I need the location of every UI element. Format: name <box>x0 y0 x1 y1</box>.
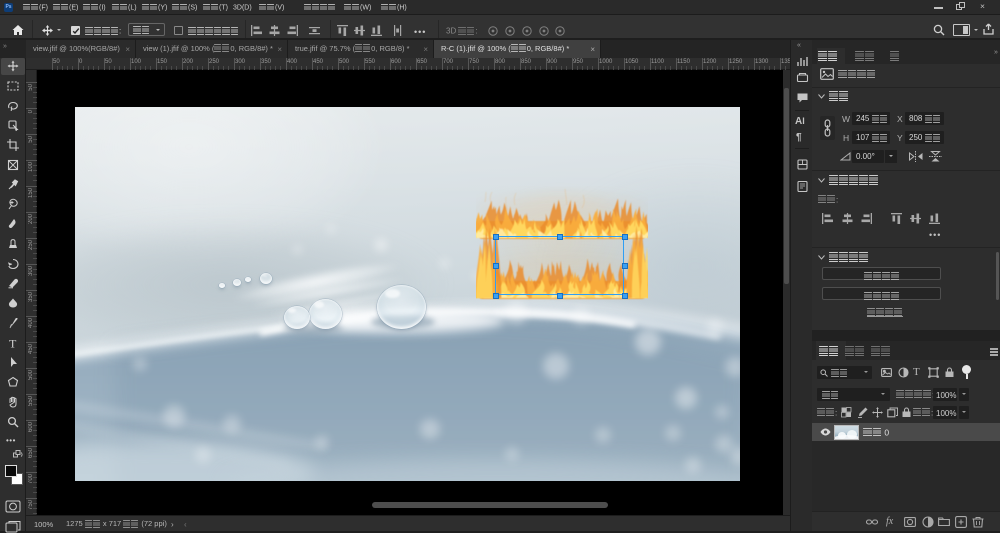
svg-text:T: T <box>9 337 17 349</box>
